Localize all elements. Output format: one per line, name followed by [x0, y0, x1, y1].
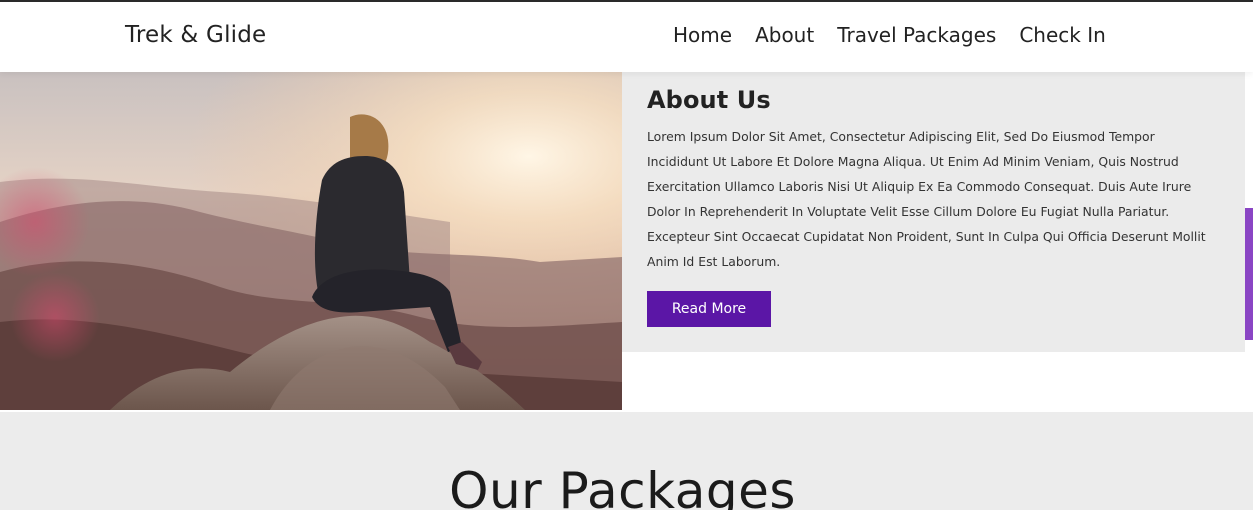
about-title: About Us — [647, 86, 771, 114]
brand-logo-text[interactable]: Trek & Glide — [125, 22, 266, 48]
packages-title: Our Packages — [449, 462, 796, 510]
side-accent-bar — [1245, 208, 1253, 340]
nav-travel-packages-link[interactable]: Travel Packages — [837, 23, 996, 47]
packages-section: Our Packages — [0, 412, 1253, 510]
nav-check-in-link[interactable]: Check In — [1019, 23, 1105, 47]
about-body-text: Lorem Ipsum Dolor Sit Amet, Consectetur … — [647, 129, 1206, 269]
navbar: Trek & Glide Home About Travel Packages … — [0, 2, 1253, 72]
nav-home-link[interactable]: Home — [673, 23, 732, 47]
read-more-button[interactable]: Read More — [647, 291, 771, 327]
hero-image-woman-on-mountain — [0, 72, 622, 410]
about-section: About Us Lorem Ipsum Dolor Sit Amet, Con… — [622, 72, 1245, 352]
main-nav: Home About Travel Packages Check In — [673, 23, 1106, 47]
nav-about-link[interactable]: About — [755, 23, 814, 47]
